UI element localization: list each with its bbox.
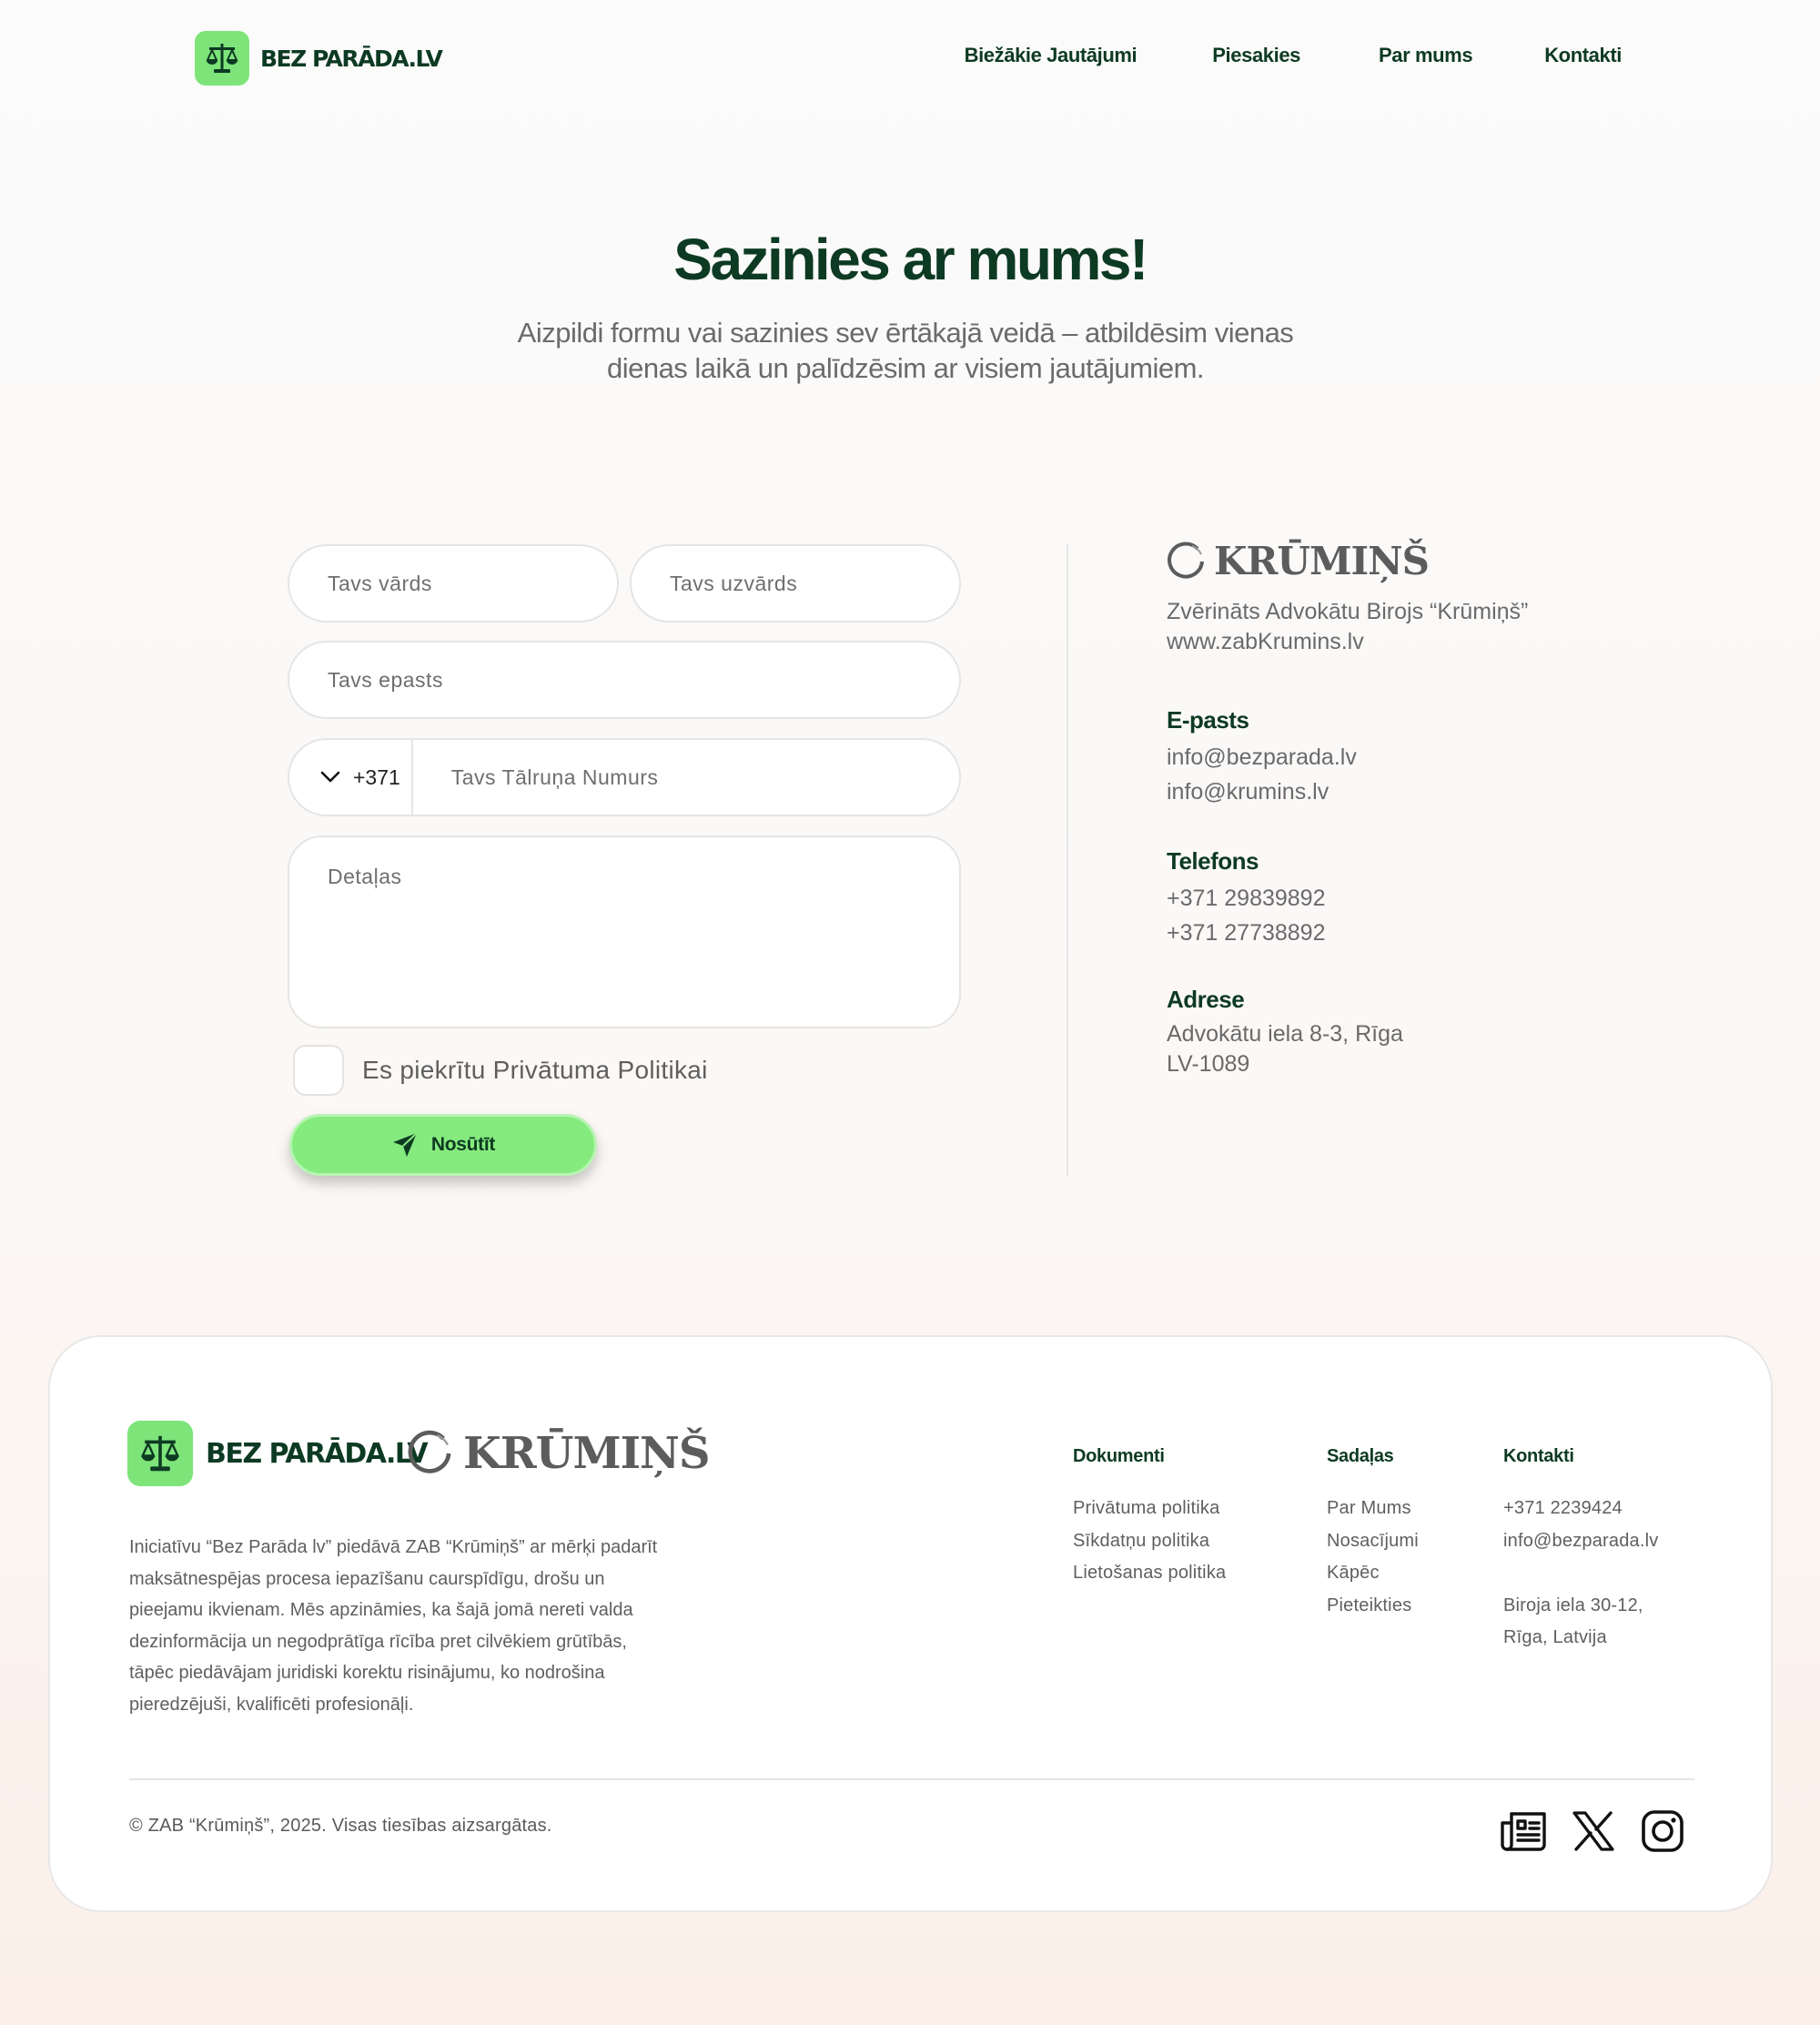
footer-krumins-text: KRŪMIŅŠ	[463, 1428, 711, 1479]
instagram-icon[interactable]	[1638, 1807, 1687, 1856]
send-icon	[392, 1132, 418, 1157]
scales-icon	[127, 1421, 193, 1486]
footer-logo-text: BEZ PARĀDA.LV	[206, 1437, 429, 1470]
details-textarea[interactable]	[289, 837, 959, 1027]
phone-link[interactable]: +371 29839892	[1167, 881, 1326, 916]
subtitle-line: Aizpildi formu vai sazinies sev ērtākajā…	[517, 317, 1294, 349]
firm-website[interactable]: www.zabKrumins.lv	[1167, 627, 1528, 657]
footer-logo[interactable]: BEZ PARĀDA.LV	[127, 1421, 429, 1486]
main-nav: Biežākie Jautājumi Piesakies Par mums Ko…	[965, 44, 1623, 67]
submit-button[interactable]: Nosūtīt	[289, 1114, 597, 1176]
footer-sections-column: Sadaļas Par Mums Nosacījumi Kāpēc Pietei…	[1327, 1446, 1419, 1622]
chevron-down-icon	[320, 771, 340, 783]
privacy-consent: Es piekrītu Privātuma Politikai	[293, 1045, 708, 1096]
footer-krumins-logo: KRŪMIŅŠ	[405, 1428, 711, 1479]
social-links	[1500, 1807, 1687, 1856]
page-subtitle: Aizpildi formu vai sazinies sev ērtākajā…	[482, 315, 1329, 386]
description-line: dezinformācija un negodprātīga rīcība pr…	[129, 1631, 627, 1652]
krumins-logo: KRŪMIŅŠ	[1165, 539, 1430, 583]
x-icon[interactable]	[1569, 1807, 1618, 1856]
country-code-select[interactable]: +371	[289, 740, 413, 815]
last-name-input[interactable]	[632, 546, 959, 621]
email-block: E-pasts info@bezparada.lv info@krumins.l…	[1167, 706, 1357, 809]
footer-documents-column: Dokumenti Privātuma politika Sīkdatņu po…	[1073, 1446, 1226, 1590]
footer-link-conditions[interactable]: Nosacījumi	[1327, 1525, 1419, 1558]
footer-description: Iniciatīvu “Bez Parāda lv” piedāvā ZAB “…	[129, 1532, 748, 1720]
email-field	[288, 641, 961, 719]
firm-info: Zvērināts Advokātu Birojs “Krūmiņš” www.…	[1167, 597, 1528, 657]
logo-text: BEZ PARĀDA.LV	[260, 45, 443, 72]
footer-email-link[interactable]: info@bezparada.lv	[1503, 1525, 1658, 1558]
footer: BEZ PARĀDA.LV KRŪMIŅŠ Iniciatīvu “Bez Pa…	[48, 1335, 1773, 1912]
email-input[interactable]	[289, 643, 959, 717]
footer-column-title: Sadaļas	[1327, 1446, 1394, 1466]
subtitle-line: dienas laikā un palīdzēsim ar visiem jau…	[606, 352, 1205, 384]
ring-logo-icon	[1168, 542, 1204, 578]
vertical-divider	[1067, 544, 1068, 1176]
footer-divider	[129, 1778, 1694, 1780]
details-field	[288, 835, 961, 1028]
email-link[interactable]: info@krumins.lv	[1167, 775, 1357, 809]
address-block: Adrese Advokātu iela 8-3, Rīga LV-1089	[1167, 986, 1403, 1079]
ring-logo-icon	[408, 1430, 451, 1473]
footer-address-line: Biroja iela 30-12,	[1503, 1595, 1643, 1615]
firm-name: Zvērināts Advokātu Birojs “Krūmiņš”	[1167, 599, 1529, 624]
footer-link-privacy[interactable]: Privātuma politika	[1073, 1493, 1226, 1525]
phone-block: Telefons +371 29839892 +371 27738892	[1167, 847, 1326, 950]
description-line: pieredzējuši, kvalificēti profesionāļi.	[129, 1694, 414, 1715]
privacy-checkbox[interactable]	[293, 1045, 344, 1096]
footer-phone-link[interactable]: +371 2239424	[1503, 1493, 1658, 1525]
phone-input[interactable]	[412, 740, 959, 815]
scales-icon	[195, 31, 249, 86]
privacy-consent-label[interactable]: Es piekrītu Privātuma Politikai	[362, 1056, 708, 1085]
news-icon[interactable]	[1500, 1807, 1549, 1856]
nav-contacts[interactable]: Kontakti	[1544, 44, 1622, 67]
description-line: pieejamu ikvienam. Mēs apzināmies, ka ša…	[129, 1600, 633, 1620]
footer-link-terms[interactable]: Lietošanas politika	[1073, 1557, 1226, 1590]
page-title: Sazinies ar mums!	[673, 227, 1148, 292]
footer-address-line: Rīga, Latvija	[1503, 1627, 1607, 1647]
first-name-input[interactable]	[289, 546, 617, 621]
description-line: Iniciatīvu “Bez Parāda lv” piedāvā ZAB “…	[129, 1537, 658, 1557]
footer-column-title: Kontakti	[1503, 1446, 1574, 1466]
footer-column-title: Dokumenti	[1073, 1446, 1165, 1466]
description-line: maksātnespējas procesa iepazīšanu caursp…	[129, 1568, 605, 1589]
address-line: Advokātu iela 8-3, Rīga	[1167, 1021, 1403, 1047]
address-line: LV-1089	[1167, 1051, 1250, 1077]
footer-link-apply[interactable]: Pieteikties	[1327, 1590, 1419, 1623]
krumins-logo-text: KRŪMIŅŠ	[1214, 539, 1430, 583]
site-logo[interactable]: BEZ PARĀDA.LV	[195, 31, 443, 86]
country-code-value: +371	[353, 764, 400, 789]
footer-link-about[interactable]: Par Mums	[1327, 1493, 1419, 1525]
footer-link-cookies[interactable]: Sīkdatņu politika	[1073, 1525, 1226, 1558]
description-line: tāpēc piedāvājam juridiski korektu risin…	[129, 1663, 605, 1683]
nav-apply[interactable]: Piesakies	[1212, 44, 1300, 67]
footer-link-why[interactable]: Kāpēc	[1327, 1557, 1419, 1590]
footer-contacts-column: Kontakti +371 2239424 info@bezparada.lv …	[1503, 1446, 1658, 1655]
phone-heading: Telefons	[1167, 847, 1259, 875]
submit-label: Nosūtīt	[430, 1134, 496, 1155]
copyright: © ZAB “Krūmiņš”, 2025. Visas tiesības ai…	[129, 1816, 552, 1836]
email-link[interactable]: info@bezparada.lv	[1167, 740, 1357, 775]
phone-link[interactable]: +371 27738892	[1167, 916, 1326, 950]
phone-field: +371	[288, 738, 961, 816]
nav-faq[interactable]: Biežākie Jautājumi	[965, 44, 1138, 67]
address-heading: Adrese	[1167, 986, 1245, 1013]
email-heading: E-pasts	[1167, 706, 1249, 734]
first-name-field	[288, 544, 619, 623]
nav-about[interactable]: Par mums	[1379, 44, 1473, 67]
last-name-field	[630, 544, 961, 623]
